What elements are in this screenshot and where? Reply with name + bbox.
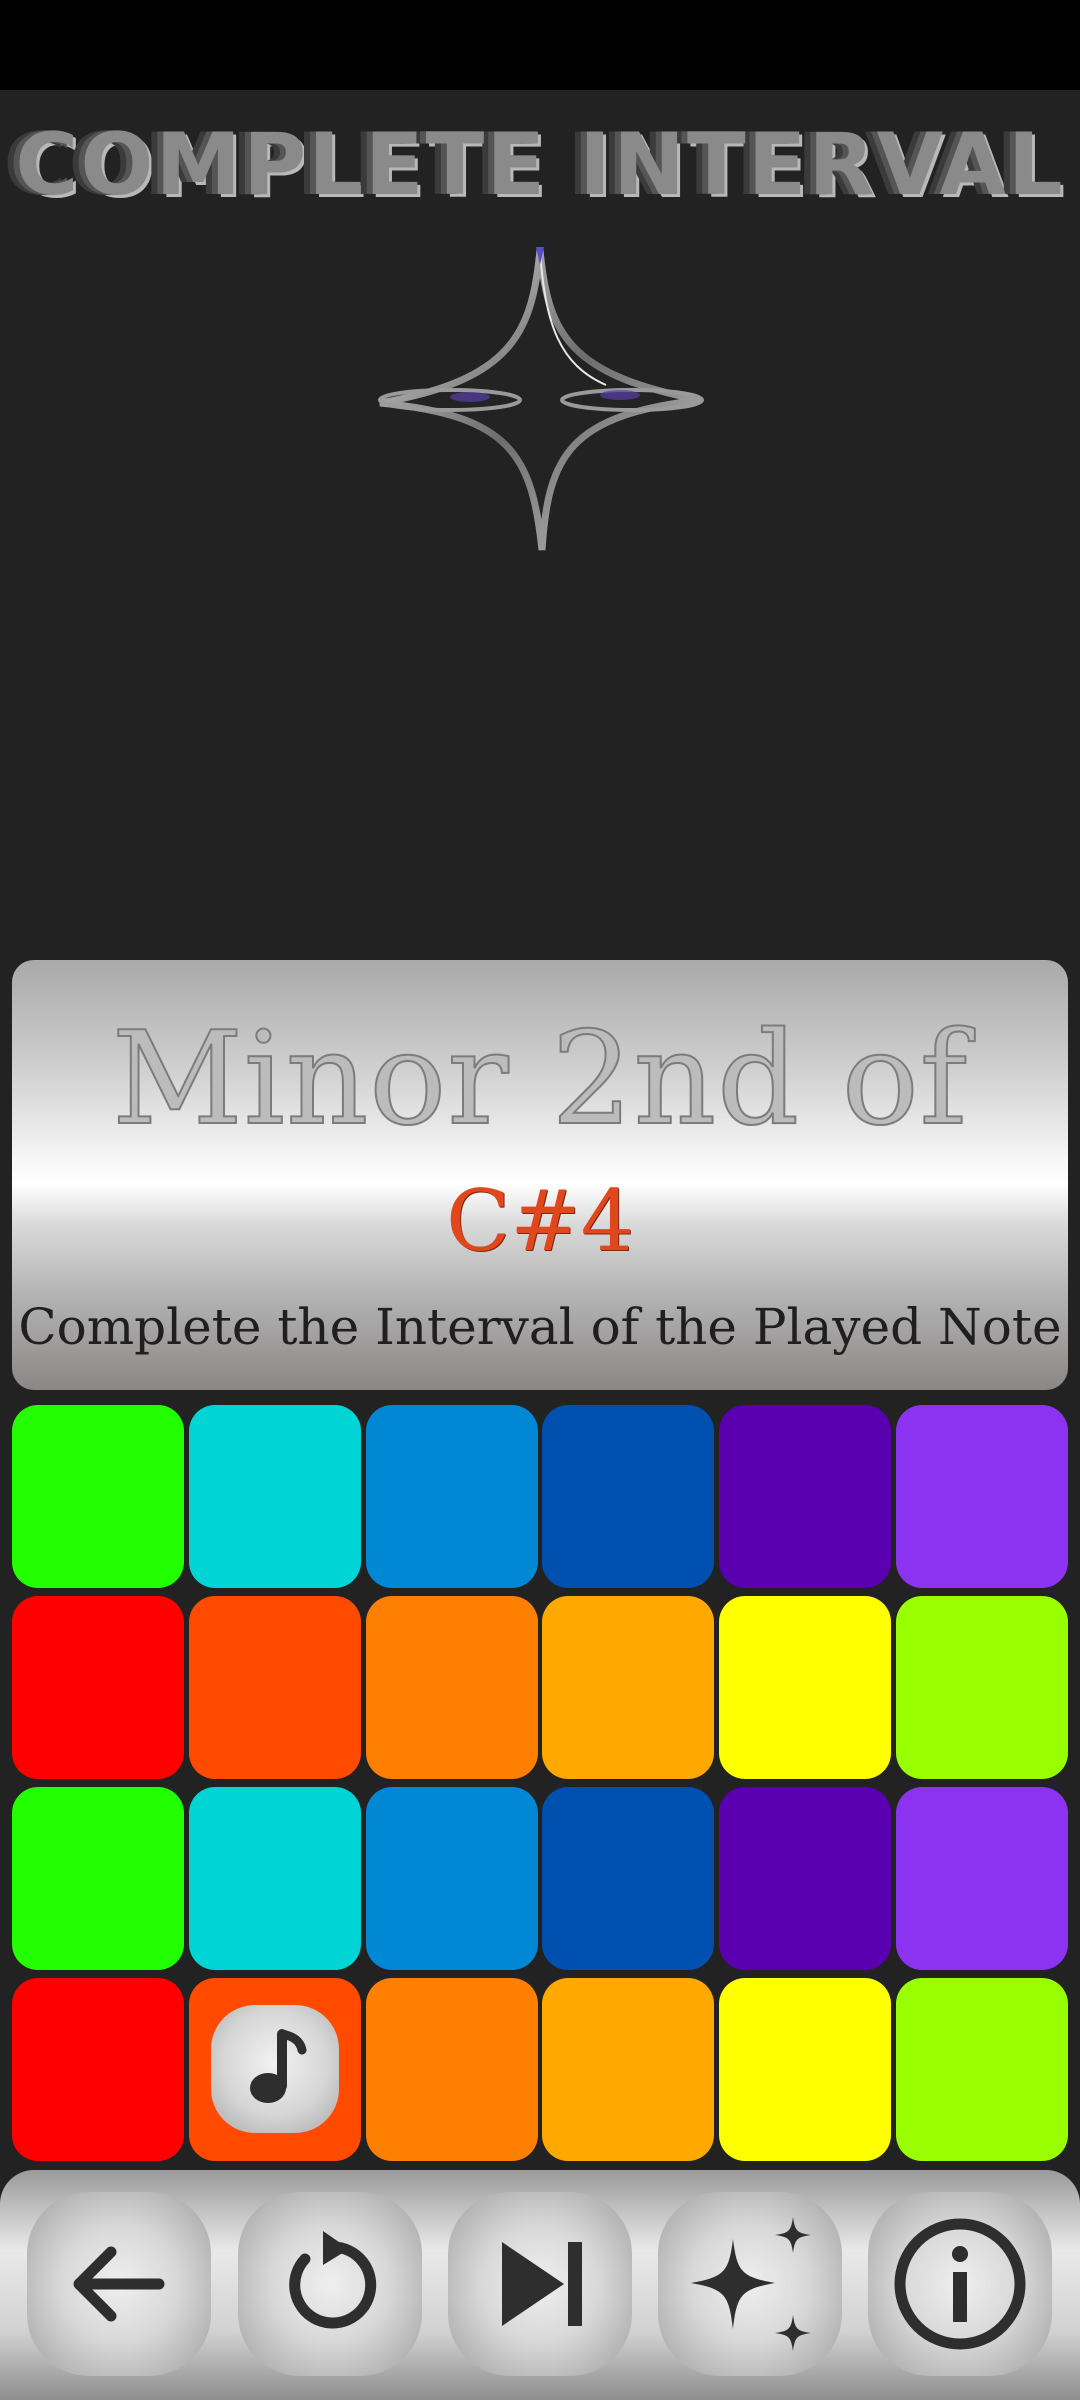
note-pad[interactable] — [719, 1787, 892, 1970]
note-pad[interactable] — [365, 1978, 538, 2161]
note-pad[interactable] — [188, 1787, 361, 1970]
base-note: C#4 — [445, 1172, 635, 1270]
note-pad[interactable] — [895, 1787, 1068, 1970]
back-button[interactable] — [27, 2192, 211, 2376]
skip-next-icon — [502, 2242, 582, 2326]
status-bar — [0, 0, 1080, 90]
info-button[interactable] — [868, 2192, 1052, 2376]
note-pad[interactable] — [188, 1596, 361, 1779]
note-pad[interactable] — [12, 1978, 184, 2161]
note-pad[interactable] — [719, 1978, 892, 2161]
played-note-marker — [210, 2005, 339, 2133]
note-pad[interactable] — [542, 1596, 715, 1779]
note-pad[interactable] — [542, 1787, 715, 1970]
note-pad[interactable] — [365, 1596, 538, 1779]
four-point-star-logo-icon — [378, 247, 704, 551]
note-pad[interactable] — [12, 1405, 184, 1588]
app-title: COMPLETE INTERVAL — [15, 115, 1065, 215]
note-pad[interactable] — [365, 1787, 538, 1970]
hint-button[interactable] — [658, 2192, 842, 2376]
note-pad[interactable] — [895, 1405, 1068, 1588]
note-pad[interactable] — [719, 1596, 892, 1779]
replay-button[interactable] — [238, 2192, 422, 2376]
note-pad[interactable] — [365, 1405, 538, 1588]
instruction-text: Complete the Interval of the Played Note — [18, 1298, 1062, 1356]
note-pad-grid — [12, 1405, 1068, 2165]
arrow-left-icon — [73, 2246, 165, 2322]
note-pad[interactable] — [719, 1405, 892, 1588]
note-pad[interactable] — [12, 1596, 184, 1779]
note-pad[interactable] — [188, 1978, 361, 2161]
skip-button[interactable] — [448, 2192, 632, 2376]
note-pad[interactable] — [895, 1596, 1068, 1779]
replay-icon — [289, 2231, 377, 2329]
interval-name: Minor 2nd of — [111, 1004, 969, 1155]
info-icon — [894, 2218, 1026, 2350]
note-pad[interactable] — [12, 1787, 184, 1970]
interval-prompt-card: Minor 2nd of C#4 Complete the Interval o… — [12, 960, 1068, 1390]
note-pad[interactable] — [542, 1405, 715, 1588]
music-note-icon — [249, 2029, 307, 2103]
note-pad[interactable] — [542, 1978, 715, 2161]
bottom-toolbar — [0, 2170, 1080, 2400]
note-pad[interactable] — [895, 1978, 1068, 2161]
sparkles-icon — [691, 2217, 811, 2351]
note-pad[interactable] — [188, 1405, 361, 1588]
